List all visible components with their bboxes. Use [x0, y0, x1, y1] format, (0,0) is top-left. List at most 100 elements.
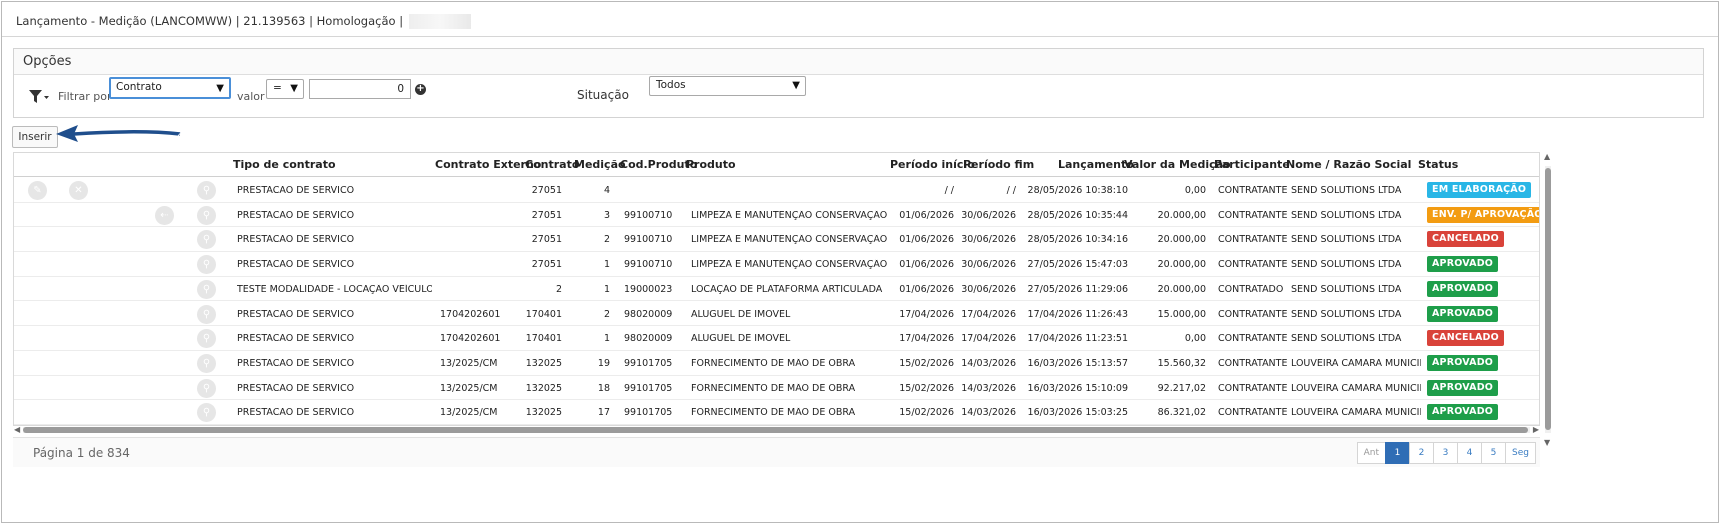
- cell-produto: FORNECIMENTO DE MÃO DE OBRA: [691, 357, 856, 369]
- scroll-thumb[interactable]: [23, 427, 1528, 433]
- vertical-scrollbar[interactable]: ▲ ▼: [1542, 152, 1554, 447]
- scroll-down-icon[interactable]: ▼: [1544, 438, 1550, 447]
- cell-lancamento: 16/03/2026 15:13:57: [1027, 357, 1128, 369]
- status-badge: APROVADO: [1427, 305, 1499, 322]
- insert-button[interactable]: Inserir: [12, 126, 58, 148]
- table-row[interactable]: ⚲ PRESTACAO DE SERVICO 27051 1 99100710 LIMPE…: [14, 252, 1539, 277]
- measurements-table: Tipo de contrato Contrato Externo Contra…: [13, 152, 1540, 426]
- cell-tipo: PRESTACAO DE SERVICO: [237, 209, 355, 221]
- status-badge: APROVADO: [1427, 354, 1499, 371]
- col-header-status[interactable]: Status: [1418, 158, 1458, 171]
- cell-produto: FORNECIMENTO DE MÃO DE OBRA: [691, 407, 856, 419]
- scroll-left-icon[interactable]: ◀: [14, 425, 20, 434]
- scroll-up-icon[interactable]: ▲: [1544, 152, 1550, 161]
- page-button-1[interactable]: 1: [1385, 442, 1411, 464]
- search-icon[interactable]: ⚲: [197, 205, 216, 225]
- table-row[interactable]: ⚲ PRESTACAO DE SERVICO 13/2025/CM 132025 19 9…: [14, 351, 1539, 376]
- table-row[interactable]: ⚲ PRESTACAO DE SERVICO 13/2025/CM 132025 17 9…: [14, 400, 1539, 425]
- cell-participante: CONTRATANTE: [1218, 308, 1288, 320]
- cell-inicio: 01/06/2026: [899, 283, 954, 295]
- filter-field-select[interactable]: Contrato ▼: [109, 77, 231, 99]
- cell-contrato: 132025: [525, 407, 562, 419]
- table-row[interactable]: ⚲ PRESTACAO DE SERVICO 13/2025/CM 132025 18 9…: [14, 376, 1539, 401]
- search-icon[interactable]: ⚲: [197, 353, 216, 373]
- cell-valor: 20.000,00: [1157, 259, 1206, 271]
- col-header-produto[interactable]: Produto: [686, 158, 736, 171]
- cell-inicio: 01/06/2026: [899, 259, 954, 271]
- table-row[interactable]: ⚲ TESTE MODALIDADE - LOCAÇÃO VEÍCULOS/EQU…: [14, 277, 1539, 302]
- cell-lancamento: 28/05/2026 10:38:10: [1027, 185, 1128, 196]
- cell-medicao: 1: [603, 259, 610, 271]
- cell-cod: 99101705: [624, 382, 673, 394]
- cell-externo: 13/2025/CM: [440, 407, 498, 419]
- scroll-right-icon[interactable]: ▶: [1533, 425, 1539, 434]
- search-icon[interactable]: ⚲: [197, 230, 216, 250]
- cell-valor: 20.000,00: [1157, 283, 1206, 295]
- delete-icon[interactable]: ✕: [69, 181, 88, 200]
- cell-valor: 20.000,00: [1157, 209, 1206, 221]
- return-icon[interactable]: ⇠: [155, 205, 174, 225]
- table-row[interactable]: ⇠ ⚲ PRESTACAO DE SERVICO 27051 3 99100710 LIMP…: [14, 203, 1539, 228]
- options-title: Opções: [14, 49, 1703, 75]
- page-button-3[interactable]: 3: [1433, 442, 1459, 464]
- cell-externo: 1704202601: [440, 308, 501, 320]
- cell-inicio: / /: [944, 185, 954, 196]
- cell-nome: LOUVEIRA CAMARA MUNICIPAL: [1291, 382, 1421, 394]
- cell-cod: 19000023: [624, 283, 673, 295]
- status-badge: CANCELADO: [1427, 330, 1504, 347]
- cell-fim: 30/06/2026: [961, 209, 1016, 221]
- table-row[interactable]: ✎ ✕ ⚲ PRESTACAO DE SERVICO 27051 4 / / / / 28/05…: [14, 178, 1539, 203]
- search-icon[interactable]: ⚲: [197, 378, 216, 398]
- cell-nome: SEND SOLUTIONS LTDA: [1291, 333, 1402, 345]
- cell-participante: CONTRATANTE: [1218, 407, 1288, 419]
- status-badge: APROVADO: [1427, 379, 1499, 396]
- cell-fim: 14/03/2026: [961, 407, 1016, 419]
- col-header-contrato[interactable]: Contrato: [525, 158, 579, 171]
- next-page-button[interactable]: Seg: [1505, 442, 1536, 464]
- table-row[interactable]: ⚲ PRESTACAO DE SERVICO 1704202601 170401 2 98…: [14, 302, 1539, 327]
- col-header-fim[interactable]: Período fim: [963, 158, 1034, 171]
- table-row[interactable]: ⚲ PRESTACAO DE SERVICO 1704202601 170401 1 98…: [14, 326, 1539, 351]
- search-icon[interactable]: ⚲: [197, 181, 216, 200]
- filter-value-input[interactable]: 0: [309, 79, 411, 99]
- page-button-2[interactable]: 2: [1409, 442, 1435, 464]
- filter-row: Filtrar por Contrato ▼ valor = ▼ 0 + Sit…: [14, 76, 1703, 118]
- col-header-nome[interactable]: Nome / Razão Social: [1286, 158, 1411, 171]
- filter-funnel-icon[interactable]: [28, 88, 50, 106]
- cell-participante: CONTRATANTE: [1218, 234, 1288, 246]
- scroll-thumb[interactable]: [1545, 168, 1551, 430]
- edit-icon[interactable]: ✎: [28, 181, 47, 200]
- cell-participante: CONTRATANTE: [1218, 382, 1288, 394]
- search-icon[interactable]: ⚲: [197, 255, 216, 275]
- situacao-select[interactable]: Todos ▼: [649, 76, 806, 96]
- situacao-label: Situação: [577, 88, 629, 102]
- cell-medicao: 1: [603, 333, 610, 345]
- add-filter-icon[interactable]: +: [415, 84, 426, 95]
- window-title: Lançamento - Medição (LANCOMWW) | 21.139…: [16, 12, 472, 30]
- col-header-lancamento[interactable]: Lançamento: [1058, 158, 1134, 171]
- horizontal-scrollbar[interactable]: ◀ ▶: [13, 425, 1540, 434]
- search-icon[interactable]: ⚲: [197, 329, 216, 349]
- cell-medicao: 2: [603, 234, 610, 246]
- cell-participante: CONTRATANTE: [1218, 357, 1288, 369]
- page-button-5[interactable]: 5: [1481, 442, 1507, 464]
- col-header-medicao[interactable]: Medição: [574, 158, 626, 171]
- cell-inicio: 01/06/2026: [899, 234, 954, 246]
- col-header-participante[interactable]: Participante: [1214, 158, 1290, 171]
- page-button-4[interactable]: 4: [1457, 442, 1483, 464]
- prev-page-button[interactable]: Ant: [1356, 442, 1387, 464]
- cell-inicio: 17/04/2026: [899, 333, 954, 345]
- annotation-arrow: [56, 125, 181, 142]
- cell-lancamento: 16/03/2026 15:10:09: [1027, 382, 1128, 394]
- filter-by-label: Filtrar por: [58, 90, 112, 103]
- cell-lancamento: 27/05/2026 11:29:06: [1027, 283, 1128, 295]
- cell-medicao: 1: [603, 283, 610, 295]
- search-icon[interactable]: ⚲: [197, 304, 216, 324]
- cell-contrato: 132025: [525, 382, 562, 394]
- operator-select[interactable]: = ▼: [266, 79, 304, 99]
- cell-valor: 86.321,02: [1157, 407, 1206, 419]
- table-row[interactable]: ⚲ PRESTACAO DE SERVICO 27051 2 99100710 LIMPE…: [14, 227, 1539, 253]
- col-header-tipo[interactable]: Tipo de contrato: [233, 158, 336, 171]
- search-icon[interactable]: ⚲: [197, 403, 216, 423]
- search-icon[interactable]: ⚲: [197, 279, 216, 299]
